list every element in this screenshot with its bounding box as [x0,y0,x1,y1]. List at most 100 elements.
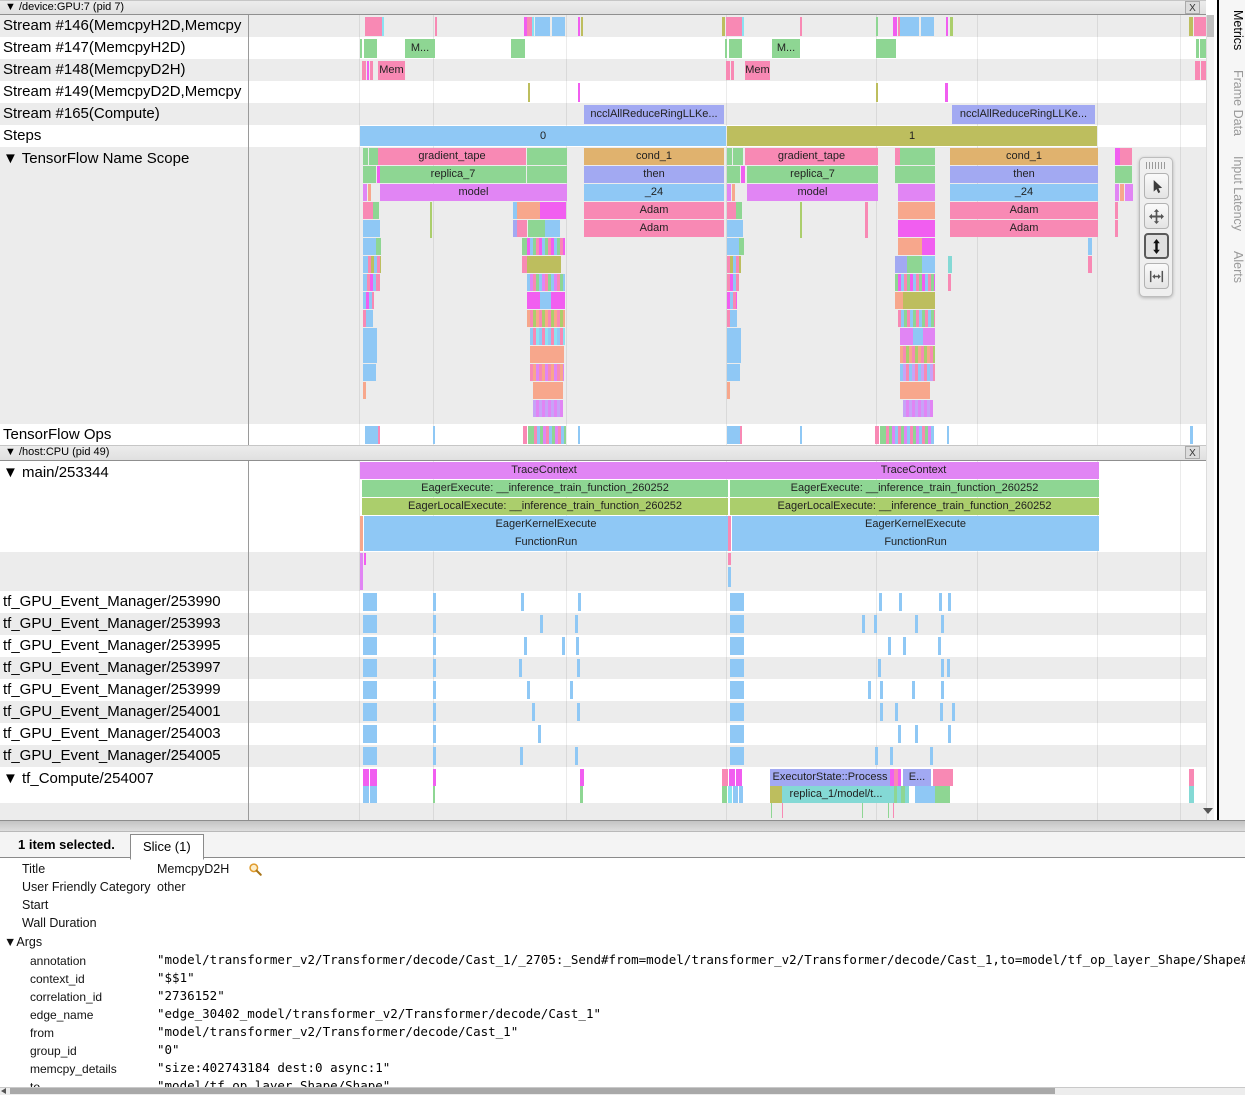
trace-slice[interactable] [729,769,735,786]
trace-slice[interactable] [727,166,740,183]
trace-slice[interactable] [950,17,953,36]
trace-slice[interactable] [433,426,435,444]
trace-slice[interactable] [939,593,942,611]
trace-slice[interactable] [730,703,744,721]
trace-slice[interactable] [433,703,436,721]
trace-slice[interactable] [517,202,540,219]
trace-slice[interactable] [771,803,772,818]
trace-slice[interactable] [527,256,544,273]
toolbar-grip-icon[interactable] [1146,162,1166,169]
trace-slice[interactable] [922,238,935,255]
panel-splitter[interactable] [0,820,1245,832]
args-section-header[interactable]: ▼Args [4,935,42,949]
trace-slice[interactable] [433,769,436,786]
trace-slice[interactable] [363,148,368,165]
trace-slice[interactable] [1088,238,1092,255]
trace-slice[interactable] [727,382,730,399]
trace-slice[interactable] [876,17,878,36]
trace-slice[interactable] [900,328,913,345]
trace-slice[interactable]: EagerKernelExecute [732,516,1099,533]
trace-slice[interactable] [1088,256,1092,273]
trace-slice[interactable] [578,17,580,36]
trace-slice[interactable] [895,703,898,721]
trace-slice[interactable] [888,637,891,655]
trace-slice[interactable] [527,292,540,309]
horizontal-scrollbar-thumb[interactable] [10,1088,1055,1094]
trace-slice[interactable] [523,426,527,444]
trace-slice[interactable] [912,681,915,699]
trace-slice[interactable] [728,553,731,565]
trace-slice[interactable] [533,382,563,399]
trace-slice[interactable] [725,39,727,58]
vertical-zoom-tool-button[interactable] [1144,233,1169,259]
trace-slice[interactable] [742,17,744,36]
row-label[interactable]: tf_GPU_Event_Manager/253990 [0,591,247,613]
trace-slice[interactable] [946,17,948,36]
sidebar-tab-input-latency[interactable]: Input Latency [1219,146,1245,241]
trace-slice[interactable] [575,747,578,765]
row-label[interactable]: tf_GPU_Event_Manager/253999 [0,679,247,701]
trace-slice[interactable] [1115,166,1132,183]
trace-slice[interactable] [898,220,935,237]
trace-slice[interactable] [581,17,583,36]
trace-slice[interactable]: EagerExecute: __inference_train_function… [362,480,728,497]
trace-slice[interactable]: E... [903,769,931,786]
trace-slice[interactable]: TraceContext [728,462,1099,479]
trace-slice[interactable] [880,703,883,721]
trace-slice[interactable]: Mem [378,61,405,80]
trace-slice[interactable] [880,681,883,699]
trace-slice[interactable] [363,202,373,219]
trace-slice[interactable] [878,659,881,677]
trace-slice[interactable] [727,238,739,255]
trace-slice[interactable] [938,637,941,655]
trace-slice[interactable] [544,256,561,273]
row-label[interactable]: Stream #165(Compute) [0,103,247,125]
trace-slice[interactable] [722,17,725,36]
trace-slice[interactable] [903,400,933,417]
trace-slice[interactable]: M... [405,39,435,58]
trace-slice[interactable] [363,747,377,765]
row-label[interactable]: tf_GPU_Event_Manager/254005 [0,745,247,767]
trace-slice[interactable] [430,202,432,238]
vertical-scrollbar-thumb[interactable] [1207,15,1214,37]
trace-slice[interactable] [915,615,918,633]
trace-slice[interactable] [941,615,944,633]
trace-slice[interactable] [879,593,882,611]
trace-slice[interactable] [551,292,565,309]
trace-slice[interactable] [903,637,906,655]
trace-slice[interactable] [770,786,782,803]
trace-slice[interactable] [363,166,376,183]
trace-slice[interactable] [922,256,935,273]
trace-slice[interactable] [517,220,527,237]
trace-slice[interactable] [532,703,535,721]
trace-slice[interactable] [907,256,922,273]
trace-slice[interactable]: replica_7 [747,166,878,183]
trace-slice[interactable] [727,426,740,444]
trace-slice[interactable] [865,202,868,238]
trace-slice[interactable] [382,17,384,36]
trace-slice[interactable]: model [747,184,878,201]
trace-slice[interactable] [545,220,560,237]
trace-slice[interactable] [535,17,550,36]
trace-slice[interactable] [360,553,363,590]
trace-slice[interactable] [933,769,953,786]
trace-slice[interactable] [527,166,567,183]
trace-slice[interactable] [727,184,731,201]
trace-slice[interactable] [893,803,894,818]
trace-slice[interactable] [930,747,933,765]
row-label[interactable]: Stream #146(MemcpyH2D,Memcpy [0,15,247,37]
trace-slice[interactable] [727,220,743,237]
trace-slice[interactable]: Adam [584,202,724,219]
trace-slice[interactable] [519,659,522,677]
trace-slice[interactable] [874,615,877,633]
trace-slice[interactable] [370,786,377,803]
trace-slice[interactable] [923,292,935,309]
trace-slice[interactable] [900,364,935,381]
trace-slice[interactable] [527,148,567,165]
trace-slice[interactable] [921,17,934,36]
trace-slice[interactable] [363,364,376,381]
trace-slice[interactable] [528,83,530,102]
trace-slice[interactable] [898,238,922,255]
scroll-left-icon[interactable] [1,1088,6,1094]
trace-slice[interactable] [941,681,944,699]
